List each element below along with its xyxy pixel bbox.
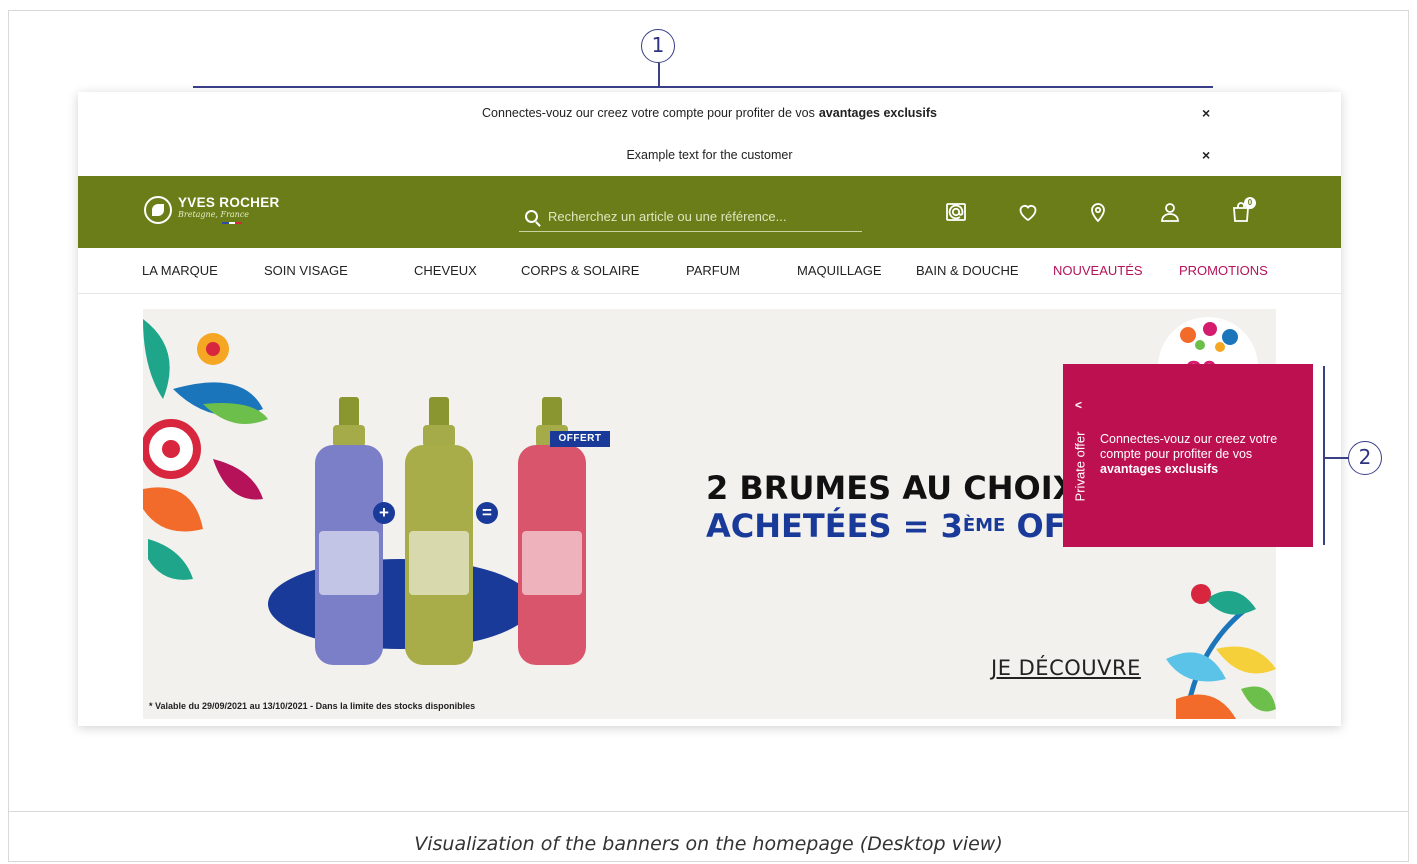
floral-decoration-left [143,319,268,580]
private-offer-banner[interactable]: < Private offer Connectes-vouz our creez… [1063,364,1313,547]
search-bar [519,202,862,232]
callout-marker-1: 1 [641,29,675,63]
brand-logo[interactable]: YVES ROCHER Bretagne, France [144,196,280,224]
nav-item-promotions[interactable]: PROMOTIONS [1179,263,1268,278]
nav-item-parfum[interactable]: PARFUM [686,263,740,278]
hero-headline: 2 BRUMES AU CHOIX ACHETÉES = 3ÈME OF [706,469,1077,545]
store-locator-icon[interactable] [1086,200,1110,224]
search-icon[interactable] [525,210,538,223]
headline-line-1: 2 BRUMES AU CHOIX [706,469,1078,507]
close-icon[interactable]: × [1202,105,1210,121]
nav-item-la-marque[interactable]: LA MARQUE [142,263,218,278]
offert-badge: OFFERT [550,431,610,447]
promo-banner-highlight: avantages exclusifs [818,106,937,120]
headline-line-2: ACHETÉES = 3ÈME OF [706,507,1066,545]
callout-line-1-stem [658,63,660,87]
callout-line-1-span [193,86,1213,88]
site-header: YVES ROCHER Bretagne, France 0 [78,176,1341,248]
product-bottle-lavender[interactable] [315,397,383,665]
promo-banner-customer: Example text for the customer × [78,134,1341,176]
private-offer-tab[interactable]: < Private offer [1067,364,1093,547]
main-navigation: LA MARQUE SOIN VISAGE CHEVEUX CORPS & SO… [78,248,1341,294]
callout-line-2-stem [1323,457,1349,459]
newsletter-icon[interactable] [944,200,968,224]
plus-icon: + [373,502,395,524]
nav-item-corps-solaire[interactable]: CORPS & SOLAIRE [521,263,639,278]
callout-marker-2: 2 [1348,441,1382,475]
nav-item-cheveux[interactable]: CHEVEUX [414,263,477,278]
nav-item-nouveautes[interactable]: NOUVEAUTÉS [1053,263,1143,278]
promo-banner-text: Connectes-vouz our creez votre compte po… [482,106,815,120]
legal-notice: * Valable du 29/09/2021 au 13/10/2021 - … [149,701,476,711]
french-flag-stripe [222,222,243,224]
heart-icon[interactable] [1016,200,1040,224]
promo-banner-text: Example text for the customer [626,148,793,162]
cart-count-badge: 0 [1244,197,1256,209]
floral-decoration-right [1166,584,1276,719]
account-icon[interactable] [1158,200,1182,224]
chevron-left-icon[interactable]: < [1075,398,1082,412]
figure-caption: Visualization of the banners on the home… [414,833,1003,855]
private-offer-highlight: avantages exclusifs [1100,462,1219,476]
private-offer-label: Private offer [1072,431,1088,502]
cart-icon[interactable]: 0 [1229,197,1256,224]
nav-item-soin-visage[interactable]: SOIN VISAGE [264,263,348,278]
close-icon[interactable]: × [1202,147,1210,163]
search-input[interactable] [548,209,848,224]
product-bottle-olive[interactable] [405,397,473,665]
leaf-logo-icon [144,196,172,224]
equals-icon: = [476,502,498,524]
private-offer-message: Connectes-vouz our creez votre compte po… [1100,432,1305,477]
product-podium [268,559,533,649]
callout-line-2-span [1323,366,1325,545]
brand-subtitle: Bretagne, France [178,210,250,219]
caption-divider [9,811,1408,812]
discover-link[interactable]: JE DÉCOUVRE [991,656,1141,680]
nav-item-bain-douche[interactable]: BAIN & DOUCHE [916,263,1019,278]
nav-item-maquillage[interactable]: MAQUILLAGE [797,263,882,278]
promo-banner-login: Connectes-vouz our creez votre compte po… [78,92,1341,134]
brand-name: YVES ROCHER [178,195,280,210]
